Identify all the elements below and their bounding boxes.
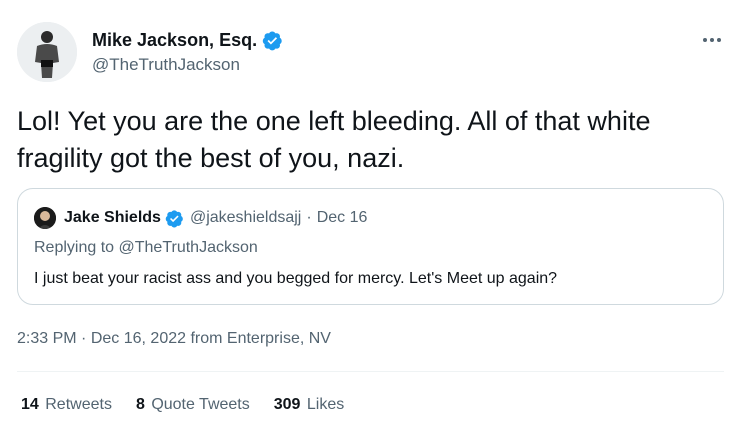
likes-count: 309 <box>273 396 301 413</box>
more-options-icon <box>703 38 721 42</box>
quote-tweets-stat[interactable]: 8 Quote Tweets <box>136 396 250 414</box>
tweet-time[interactable]: 2:33 PM <box>17 330 77 347</box>
replying-prefix: Replying to <box>34 239 115 256</box>
likes-stat[interactable]: 309 Likes <box>274 396 345 414</box>
verified-badge-icon <box>165 209 184 228</box>
tweet-source: from Enterprise, NV <box>190 330 331 347</box>
user-avatar-image <box>17 22 77 82</box>
quoted-author-avatar[interactable] <box>34 207 56 229</box>
likes-label: Likes <box>306 396 345 413</box>
quote-tweets-count: 8 <box>135 396 145 413</box>
quote-tweets-label: Quote Tweets <box>151 396 250 413</box>
quoted-tweet-card[interactable]: Jake Shields @jakeshieldsajj · Dec 16 Re… <box>17 188 724 305</box>
quoted-avatar-image <box>34 207 56 229</box>
author-name[interactable]: Mike Jackson, Esq. <box>92 30 257 51</box>
author-handle[interactable]: @TheTruthJackson <box>92 55 283 75</box>
more-options-button[interactable] <box>698 28 726 52</box>
author-avatar[interactable] <box>17 22 77 82</box>
quoted-tweet-header: Jake Shields @jakeshieldsajj · Dec 16 <box>34 207 367 229</box>
retweets-count: 14 <box>21 396 39 413</box>
tweet-text: Lol! Yet you are the one left bleeding. … <box>17 106 651 173</box>
quoted-author-name[interactable]: Jake Shields <box>64 209 161 227</box>
timestamp-separator: · <box>81 330 87 347</box>
quoted-replying-to: Replying to @TheTruthJackson <box>34 239 258 257</box>
verified-badge-icon <box>262 30 283 51</box>
quoted-author-handle[interactable]: @jakeshieldsajj <box>190 209 301 227</box>
quoted-date[interactable]: Dec 16 <box>317 209 368 227</box>
engagement-stats: 14 Retweets 8 Quote Tweets 309 Likes <box>21 396 344 414</box>
retweets-stat[interactable]: 14 Retweets <box>21 396 112 414</box>
quoted-tweet-text: I just beat your racist ass and you begg… <box>34 270 558 287</box>
tweet-timestamp: 2:33 PM · Dec 16, 2022 from Enterprise, … <box>17 330 331 348</box>
author-name-row: Mike Jackson, Esq. <box>92 30 283 51</box>
author-info: Mike Jackson, Esq. @TheTruthJackson <box>92 30 283 75</box>
replying-to-link[interactable]: @TheTruthJackson <box>119 239 258 256</box>
retweets-label: Retweets <box>45 396 112 413</box>
tweet-date[interactable]: Dec 16, 2022 <box>91 330 186 347</box>
quoted-separator: · <box>306 209 312 226</box>
divider <box>17 371 724 372</box>
